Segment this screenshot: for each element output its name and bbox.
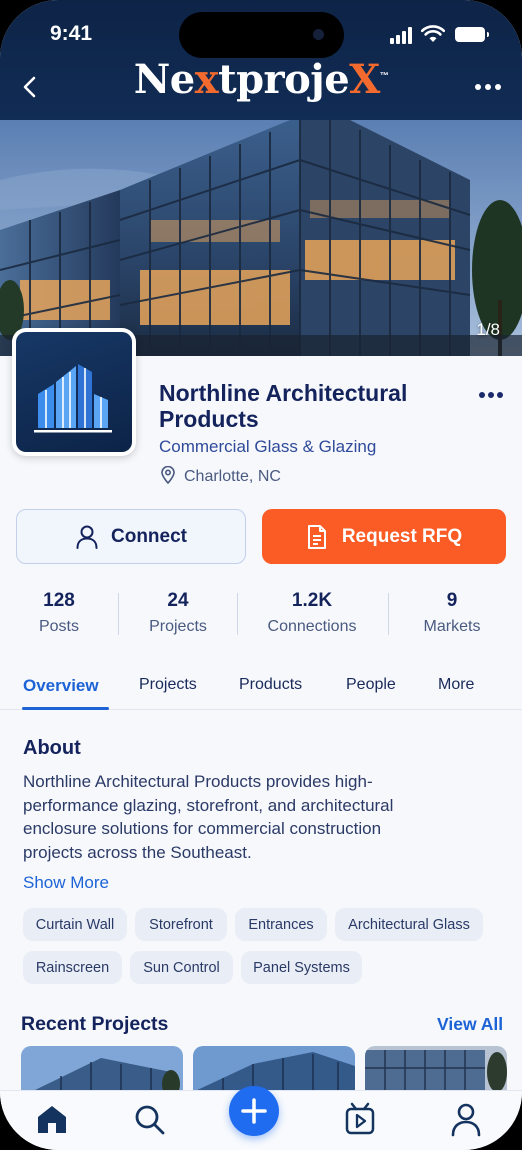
stat-label: Posts bbox=[38, 618, 79, 635]
building-photo bbox=[0, 120, 522, 356]
status-time: 9:41 bbox=[50, 22, 93, 45]
company-category[interactable]: Commercial Glass & Glazing bbox=[159, 437, 376, 457]
stat-label: Markets bbox=[423, 618, 481, 635]
profile-tabs: Overview Projects Products People More bbox=[0, 668, 522, 710]
stat-markets[interactable]: 9 Markets bbox=[392, 590, 512, 636]
active-tab-indicator bbox=[22, 707, 109, 710]
tag-chip[interactable]: Curtain Wall bbox=[23, 908, 127, 941]
about-heading: About bbox=[23, 737, 81, 759]
tab-products[interactable]: Products bbox=[239, 676, 302, 694]
search-icon[interactable] bbox=[132, 1101, 168, 1137]
tag-chip[interactable]: Architectural Glass bbox=[335, 908, 483, 941]
cellular-signal-icon bbox=[390, 26, 416, 44]
stat-posts[interactable]: 128 Posts bbox=[0, 590, 119, 636]
stat-label: Connections bbox=[267, 618, 357, 635]
project-photo bbox=[21, 1046, 183, 1092]
app-header: 9:41 NextprojeX™ bbox=[0, 0, 522, 120]
request-rfq-button[interactable]: Request RFQ bbox=[262, 509, 506, 564]
stats-row: 128 Posts 24 Projects 1.2K Connections 9… bbox=[0, 590, 522, 640]
create-post-button[interactable] bbox=[229, 1086, 279, 1136]
stat-value: 9 bbox=[446, 590, 458, 611]
person-icon bbox=[76, 525, 98, 549]
stat-divider bbox=[237, 593, 238, 635]
view-all-link[interactable]: View All bbox=[437, 1014, 503, 1035]
hero-image[interactable]: 1/8 bbox=[0, 120, 522, 356]
company-name: Northline Architectural Products bbox=[159, 380, 408, 432]
stat-connections[interactable]: 1.2K Connections bbox=[252, 590, 372, 636]
tag-chip[interactable]: Panel Systems bbox=[241, 951, 362, 984]
plus-icon bbox=[241, 1098, 267, 1124]
stat-projects[interactable]: 24 Projects bbox=[118, 590, 238, 636]
project-photo bbox=[365, 1046, 507, 1092]
dynamic-island bbox=[179, 12, 344, 58]
company-logo[interactable] bbox=[12, 328, 136, 456]
tag-chip[interactable]: Rainscreen bbox=[23, 951, 122, 984]
phone-screen: 9:41 NextprojeX™ 1/8 Northline Architect… bbox=[0, 0, 522, 1150]
connect-button[interactable]: Connect bbox=[16, 509, 246, 564]
stat-value: 1.2K bbox=[291, 590, 333, 611]
stat-value: 128 bbox=[43, 590, 75, 611]
more-options-button[interactable] bbox=[472, 80, 504, 94]
about-text: Northline Architectural Products provide… bbox=[23, 772, 394, 863]
tag-chip[interactable]: Storefront bbox=[135, 908, 227, 941]
project-thumbnail[interactable] bbox=[21, 1046, 183, 1092]
stat-value: 24 bbox=[167, 590, 189, 611]
building-logo-icon bbox=[34, 364, 112, 433]
battery-icon bbox=[455, 27, 489, 42]
stat-divider bbox=[388, 593, 389, 635]
app-logo: NextprojeX™ bbox=[133, 56, 389, 103]
rfq-label: Request RFQ bbox=[341, 525, 463, 547]
document-icon bbox=[307, 524, 326, 549]
wifi-icon bbox=[421, 25, 445, 42]
video-icon[interactable] bbox=[342, 1101, 378, 1137]
image-counter: 1/8 bbox=[476, 320, 500, 339]
connect-label: Connect bbox=[111, 525, 187, 547]
home-icon[interactable] bbox=[34, 1101, 70, 1137]
tag-chip[interactable]: Sun Control bbox=[130, 951, 233, 984]
tab-projects[interactable]: Projects bbox=[139, 676, 197, 694]
recent-projects-heading: Recent Projects bbox=[21, 1013, 169, 1035]
company-more-button[interactable] bbox=[476, 388, 506, 402]
location-text: Charlotte, NC bbox=[184, 468, 281, 485]
show-more-link[interactable]: Show More bbox=[23, 873, 109, 893]
profile-icon[interactable] bbox=[448, 1101, 484, 1137]
company-location: Charlotte, NC bbox=[160, 465, 281, 486]
stat-label: Projects bbox=[149, 618, 207, 635]
project-thumbnail[interactable] bbox=[365, 1046, 507, 1092]
tab-more[interactable]: More bbox=[438, 676, 474, 694]
tag-chip[interactable]: Entrances bbox=[235, 908, 327, 941]
tab-people[interactable]: People bbox=[346, 676, 396, 694]
location-pin-icon bbox=[161, 465, 175, 485]
tab-overview[interactable]: Overview bbox=[23, 676, 99, 696]
